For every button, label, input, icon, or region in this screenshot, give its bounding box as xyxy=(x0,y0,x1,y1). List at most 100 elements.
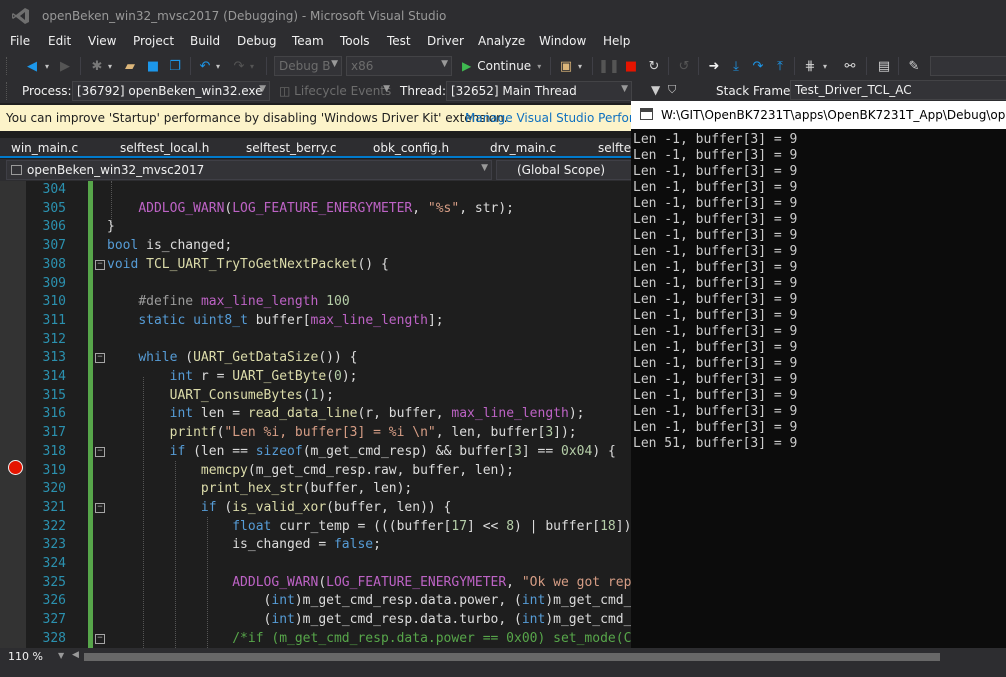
console-window[interactable]: W:\GIT\OpenBK7231T\apps\OpenBK7231T_App\… xyxy=(631,101,1006,677)
lifecycle-events-select[interactable]: ◫ Lifecycle Events ▼ xyxy=(274,81,394,101)
menu-edit[interactable]: Edit xyxy=(48,34,71,48)
thread-filter-icon[interactable]: ⋕ xyxy=(800,56,820,76)
menu-debug[interactable]: Debug xyxy=(237,34,276,48)
menu-project[interactable]: Project xyxy=(133,34,174,48)
code-text: int r = UART_GetByte(0); xyxy=(169,369,358,384)
stop-debugging-icon[interactable]: ■ xyxy=(622,56,640,76)
undo-dropdown-icon[interactable]: ▾ xyxy=(214,56,222,76)
menu-bar: File Edit View Project Build Debug Team … xyxy=(0,32,1006,52)
code-text: int len = read_data_line(r, buffer, max_… xyxy=(169,406,585,422)
back-dropdown-icon[interactable]: ▾ xyxy=(42,56,52,76)
collapse-icon[interactable]: − xyxy=(95,259,105,270)
break-all-icon[interactable]: ❚❚ xyxy=(598,56,620,76)
menu-help[interactable]: Help xyxy=(603,34,630,48)
tab-win-main[interactable]: win_main.c xyxy=(11,141,78,155)
back-icon[interactable]: ◀ xyxy=(22,56,42,76)
line-number: 307 xyxy=(42,238,66,254)
open-folder-icon[interactable]: ▰ xyxy=(120,56,140,76)
collapse-icon[interactable]: − xyxy=(95,353,105,364)
line-number: 311 xyxy=(42,312,66,328)
scroll-left-icon[interactable]: ◀ xyxy=(72,650,79,660)
toolbar-separator xyxy=(80,57,81,75)
menu-file[interactable]: File xyxy=(10,34,30,48)
console-view-icon[interactable]: ▤ xyxy=(874,56,894,76)
collapse-icon[interactable]: − xyxy=(95,446,105,457)
toolbar-separator xyxy=(550,57,551,75)
code-line: 309 xyxy=(0,275,640,294)
save-all-icon[interactable]: ❐ xyxy=(166,56,184,76)
filter-dropdown-icon[interactable]: ▾ xyxy=(820,56,830,76)
save-icon[interactable]: ■ xyxy=(144,56,162,76)
status-strip xyxy=(0,666,1006,677)
paint-icon[interactable]: ✎ xyxy=(904,56,924,76)
redo-dropdown-icon[interactable]: ▾ xyxy=(248,56,256,76)
menu-team[interactable]: Team xyxy=(292,34,324,48)
chevron-down-icon: ▼ xyxy=(331,59,338,69)
chevron-down-icon: ▼ xyxy=(259,84,266,94)
code-text: if (len == sizeof(m_get_cmd_resp) && buf… xyxy=(169,443,616,459)
menu-test[interactable]: Test xyxy=(387,34,411,48)
solution-platform-select[interactable]: x86 ▼ xyxy=(346,56,452,76)
code-editor[interactable]: 304 305 ADDLOG_WARN(LOG_FEATURE_ENERGYME… xyxy=(0,181,640,648)
stack-frame-toolbar: ▼ ⛉ Stack Frame: Test_Driver_TCL_AC xyxy=(640,79,1006,101)
toolbar-search-box[interactable] xyxy=(930,56,1006,76)
console-line: Len -1, buffer[3] = 9 xyxy=(633,340,798,355)
code-text: void TCL_UART_TryToGetNextPacket() { xyxy=(107,256,389,272)
forward-icon[interactable]: ▶ xyxy=(56,56,74,76)
process-select[interactable]: [36792] openBeken_win32.exe ▼ xyxy=(72,81,270,101)
tab-drv-main[interactable]: drv_main.c xyxy=(490,141,556,155)
code-text: /*if (m_get_cmd_resp.data.power == 0x00)… xyxy=(232,630,640,646)
new-project-icon[interactable]: ✱ xyxy=(88,56,106,76)
process-value: [36792] openBeken_win32.exe xyxy=(77,84,263,98)
continue-button[interactable]: ▶ Continue ▾ xyxy=(462,56,541,76)
stack-frame-select[interactable]: Test_Driver_TCL_AC xyxy=(790,80,1006,100)
console-line: Len -1, buffer[3] = 9 xyxy=(633,404,798,419)
redo-icon[interactable]: ↷ xyxy=(230,56,248,76)
performance-info-bar: You can improve 'Startup' performance by… xyxy=(0,105,674,131)
graph-icon[interactable]: ⚯ xyxy=(840,56,860,76)
collapse-icon[interactable]: − xyxy=(95,633,105,644)
step-out-icon[interactable]: ⤒ xyxy=(770,56,790,76)
toolbar-separator xyxy=(266,57,267,75)
tab-selftest-berry[interactable]: selftest_berry.c xyxy=(246,141,337,155)
toolbar-grip[interactable] xyxy=(6,57,9,75)
horizontal-scrollbar[interactable] xyxy=(84,653,940,661)
line-number: 319 xyxy=(42,462,66,478)
console-line: Len -1, buffer[3] = 9 xyxy=(633,292,798,307)
menu-view[interactable]: View xyxy=(88,34,116,48)
code-line: 324 xyxy=(0,555,640,574)
attach-process-icon[interactable]: ▣ xyxy=(556,56,576,76)
code-text: } xyxy=(107,219,115,235)
standard-toolbar: ◀ ▾ ▶ ✱ ▾ ▰ ■ ❐ ↶ ▾ ↷ ▾ Debug B ▼ x86 ▼ … xyxy=(0,52,1006,79)
scope-value: (Global Scope) xyxy=(517,163,606,177)
line-number: 305 xyxy=(42,200,66,216)
show-next-statement-icon[interactable]: ➜ xyxy=(704,56,724,76)
thread-select[interactable]: [32652] Main Thread ▼ xyxy=(446,81,632,101)
toolbar-grip[interactable] xyxy=(6,82,9,100)
menu-tools[interactable]: Tools xyxy=(340,34,370,48)
menu-window[interactable]: Window xyxy=(539,34,586,48)
restart-icon[interactable]: ↻ xyxy=(644,56,664,76)
code-line: 327 (int)m_get_cmd_resp.data.turbo, (int… xyxy=(0,611,640,630)
collapse-icon[interactable]: − xyxy=(95,502,105,513)
filter-icon[interactable]: ▼ xyxy=(651,83,660,97)
menu-driver[interactable]: Driver xyxy=(427,34,464,48)
new-dropdown-icon[interactable]: ▾ xyxy=(106,56,114,76)
menu-build[interactable]: Build xyxy=(190,34,220,48)
solution-configuration-select[interactable]: Debug B ▼ xyxy=(274,56,342,76)
line-number: 318 xyxy=(42,443,66,459)
undo-icon[interactable]: ↶ xyxy=(196,56,214,76)
zoom-select[interactable]: 110 % ▼ xyxy=(6,649,66,665)
tab-obk-config[interactable]: obk_config.h xyxy=(373,141,449,155)
flag-threads-icon[interactable]: ⛉ xyxy=(668,83,676,97)
line-number: 316 xyxy=(42,406,66,422)
attach-dropdown-icon[interactable]: ▾ xyxy=(576,56,584,76)
hot-reload-icon[interactable]: ↺ xyxy=(674,56,694,76)
step-over-icon[interactable]: ↷ xyxy=(748,56,768,76)
project-select[interactable]: openBeken_win32_mvsc2017 ▼ xyxy=(6,160,492,180)
step-into-icon[interactable]: ⤓ xyxy=(726,56,746,76)
console-title-bar[interactable]: W:\GIT\OpenBK7231T\apps\OpenBK7231T_App\… xyxy=(631,101,1006,129)
menu-analyze[interactable]: Analyze xyxy=(478,34,525,48)
scope-select[interactable]: (Global Scope) xyxy=(496,160,636,180)
tab-selftest-local[interactable]: selftest_local.h xyxy=(120,141,209,155)
